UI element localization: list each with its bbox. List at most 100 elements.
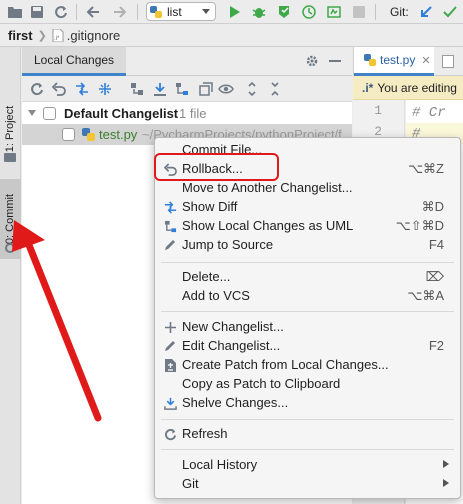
run-configuration-dropdown[interactable]: list xyxy=(146,2,216,21)
refresh-icon xyxy=(162,426,178,442)
menu-item-label: Create Patch from Local Changes... xyxy=(182,357,389,372)
shelve-icon xyxy=(162,395,178,411)
patch-icon xyxy=(162,357,178,373)
menu-item-shortcut: F4 xyxy=(428,237,444,252)
tab-test-py[interactable]: test.py ✕ xyxy=(354,47,434,76)
menu-item-label: Local History xyxy=(182,457,258,472)
profile-icon[interactable] xyxy=(300,3,318,21)
uml-icon[interactable] xyxy=(174,81,190,97)
menu-item-create-patch[interactable]: Create Patch from Local Changes... xyxy=(155,355,460,374)
changelist-count: 1 file xyxy=(179,106,207,121)
forward-icon[interactable] xyxy=(111,3,129,21)
menu-item-shortcut: ⌥⌘Z xyxy=(408,160,444,176)
svg-text:.i*: .i* xyxy=(54,36,60,42)
menu-item-shortcut: ⌥⇧⌘D xyxy=(395,217,444,233)
minimize-icon[interactable] xyxy=(329,60,341,62)
breadcrumb-file[interactable]: .i* .gitignore xyxy=(52,28,120,43)
git-update-icon[interactable] xyxy=(417,3,435,21)
menu-item-delete[interactable]: Delete... ⌦ xyxy=(155,267,460,286)
tab-commit-label: 0: Commit xyxy=(4,193,17,245)
chevron-down-icon xyxy=(202,9,210,14)
file-name: test.py xyxy=(99,127,138,142)
git-label: Git: xyxy=(390,5,409,19)
save-icon[interactable] xyxy=(28,3,46,21)
breadcrumb-project[interactable]: first xyxy=(8,28,33,43)
chevron-right-icon: ❯ xyxy=(37,30,47,42)
back-icon[interactable] xyxy=(84,3,102,21)
menu-item-label: Add to VCS xyxy=(182,288,250,303)
diff-icon[interactable] xyxy=(74,81,90,97)
chevron-right-icon xyxy=(443,460,449,468)
menu-item-copy-patch[interactable]: Copy as Patch to Clipboard xyxy=(155,374,460,393)
run-icon[interactable] xyxy=(226,3,244,21)
menu-item-label: Shelve Changes... xyxy=(182,395,289,410)
gear-icon[interactable] xyxy=(305,54,319,68)
folder-icon xyxy=(4,153,16,162)
menu-separator xyxy=(161,262,454,263)
shelve-icon[interactable] xyxy=(97,81,113,97)
python-icon xyxy=(150,5,162,18)
run-config-label: list xyxy=(167,4,182,19)
group-icon[interactable] xyxy=(129,81,145,97)
menu-separator xyxy=(161,449,454,450)
folder-open-icon[interactable] xyxy=(6,3,24,21)
menu-item-label: Delete... xyxy=(182,269,231,284)
panel-header: Local Changes xyxy=(22,47,352,76)
breadcrumb-file-label: .gitignore xyxy=(66,28,121,43)
expand-all-icon[interactable] xyxy=(198,81,214,97)
menu-item-shortcut: F2 xyxy=(428,338,444,353)
menu-item-jump-to-source[interactable]: Jump to Source F4 xyxy=(155,235,460,254)
tab-local-changes[interactable]: Local Changes xyxy=(22,47,127,76)
tab-project[interactable]: 1: Project xyxy=(0,99,21,159)
debug-icon[interactable] xyxy=(250,3,268,21)
menu-separator xyxy=(161,419,454,420)
sync-icon[interactable] xyxy=(52,3,70,21)
menu-item-show-uml[interactable]: Show Local Changes as UML ⌥⇧⌘D xyxy=(155,216,460,235)
changelist-row[interactable]: Default Changelist 1 file xyxy=(22,103,352,124)
menu-item-shortcut: ⌘D xyxy=(421,198,444,214)
file-checkbox[interactable] xyxy=(62,128,75,141)
menu-item-refresh[interactable]: Refresh xyxy=(155,424,460,443)
pencil-icon xyxy=(162,237,178,253)
refresh-icon[interactable] xyxy=(29,81,45,97)
menu-item-shelve-changes[interactable]: Shelve Changes... xyxy=(155,393,460,412)
plus-icon xyxy=(162,319,178,335)
close-icon[interactable]: ✕ xyxy=(421,54,430,67)
changes-toolbar xyxy=(22,76,352,102)
menu-item-show-diff[interactable]: Show Diff ⌘D xyxy=(155,197,460,216)
menu-item-git[interactable]: Git xyxy=(155,474,460,493)
diff-icon xyxy=(162,199,178,215)
expand-icon[interactable] xyxy=(244,81,260,97)
notice-marker: .i* xyxy=(362,80,374,95)
rollback-icon[interactable] xyxy=(51,81,67,97)
git-commit-icon[interactable] xyxy=(441,3,459,21)
changelist-checkbox[interactable] xyxy=(43,107,56,120)
concurrency-icon[interactable] xyxy=(325,3,343,21)
menu-item-label: Show Local Changes as UML xyxy=(182,218,354,233)
menu-separator xyxy=(161,311,454,312)
menu-item-new-changelist[interactable]: New Changelist... xyxy=(155,317,460,336)
notice-text: You are editing xyxy=(377,80,457,95)
menu-item-local-history[interactable]: Local History xyxy=(155,455,460,474)
editing-notice-banner: .i* You are editing xyxy=(353,76,463,100)
commit-icon xyxy=(5,243,15,253)
menu-item-label: Git xyxy=(182,476,199,491)
file-icon: .i* xyxy=(52,29,64,42)
file-icon[interactable] xyxy=(442,55,454,68)
download-icon[interactable] xyxy=(152,81,168,97)
menu-item-shortcut: ⌥⌘A xyxy=(407,287,444,303)
stop-icon[interactable] xyxy=(350,3,368,21)
python-file-icon xyxy=(82,128,95,141)
chevron-down-icon[interactable] xyxy=(28,110,36,116)
breadcrumb: first ❯ .i* .gitignore xyxy=(0,25,463,47)
menu-item-add-to-vcs[interactable]: Add to VCS ⌥⌘A xyxy=(155,286,460,305)
chevron-right-icon xyxy=(443,479,449,487)
eye-icon[interactable] xyxy=(218,81,234,97)
collapse-icon[interactable] xyxy=(267,81,283,97)
menu-item-label: Copy as Patch to Clipboard xyxy=(182,376,341,391)
menu-item-label: Jump to Source xyxy=(182,237,274,252)
coverage-icon[interactable] xyxy=(275,3,293,21)
menu-item-edit-changelist[interactable]: Edit Changelist... F2 xyxy=(155,336,460,355)
tab-project-label: 1: Project xyxy=(4,105,17,153)
pencil-icon xyxy=(162,338,178,354)
